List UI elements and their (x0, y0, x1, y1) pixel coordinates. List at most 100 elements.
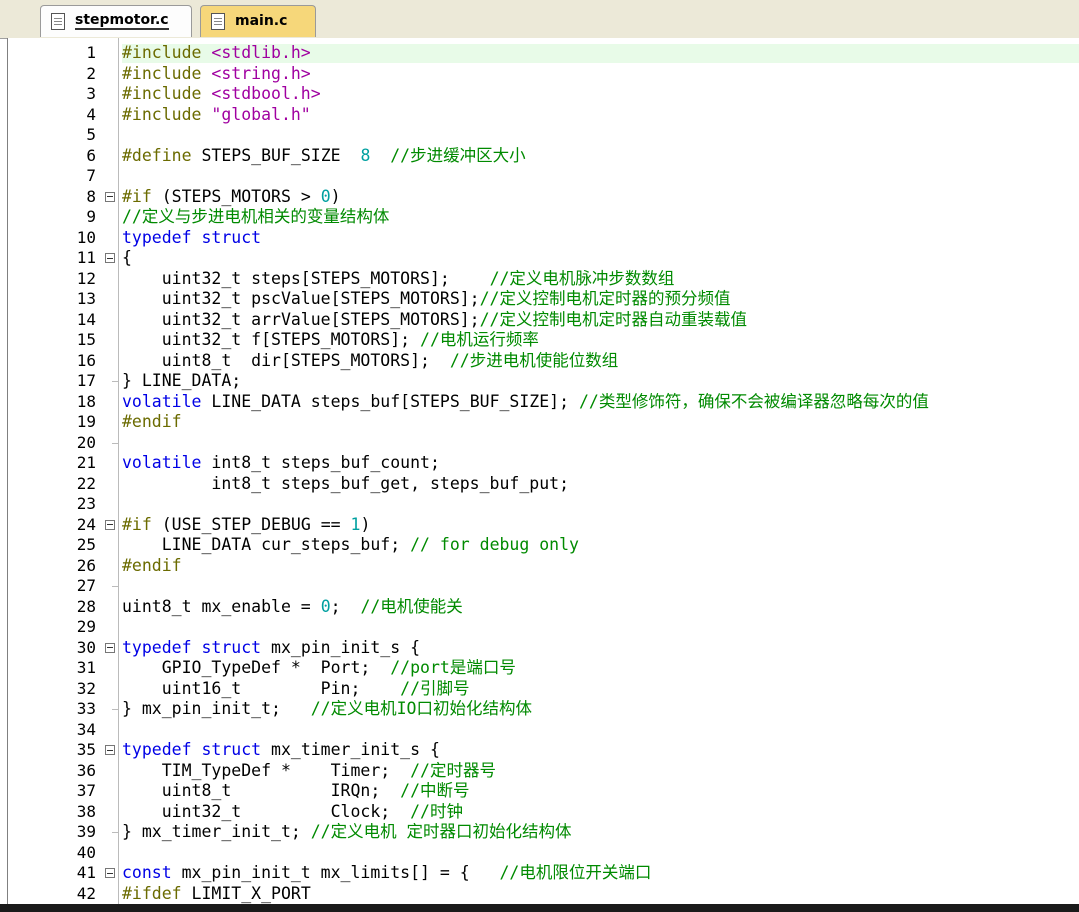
fold-end-marker (112, 442, 118, 444)
code-token: LINE_DATA cur_steps_buf; (122, 535, 411, 554)
code-line[interactable]: #endif (122, 412, 182, 433)
fold-end-marker (112, 709, 118, 710)
line-number: 34 (76, 719, 96, 739)
code-line[interactable]: } mx_pin_init_t; //定义电机IO口初始化结构体 (122, 699, 532, 720)
code-line[interactable]: volatile LINE_DATA steps_buf[STEPS_BUF_S… (122, 392, 929, 413)
code-token: 0 (320, 596, 331, 616)
line-number: 17 (76, 371, 96, 390)
line-number: 31 (76, 658, 96, 677)
code-token: "global.h" (211, 104, 311, 124)
code-line[interactable]: } LINE_DATA; (122, 371, 241, 392)
code-editor[interactable]: 1 2 3 4 5 6 7 8 9 10 11 12 13 14 15 16 17 18 19 20 21 22 23 24 2… (7, 38, 1079, 904)
code-line[interactable]: //定义与步进电机相关的变量结构体 (122, 207, 389, 228)
code-line[interactable]: TIM_TypeDef * Timer; //定时器号 (122, 761, 496, 782)
code-token: ) (360, 514, 371, 534)
code-token: #include (122, 84, 212, 103)
code-token: //定义电机IO口初始化结构体 (310, 699, 532, 718)
code-token: volatile (122, 453, 202, 472)
code-token: 1 (350, 514, 361, 534)
code-token: } LINE_DATA; (122, 371, 242, 390)
code-line[interactable]: const mx_pin_init_t mx_limits[] = { //电机… (122, 863, 651, 884)
fold-guide (118, 38, 119, 904)
code-line[interactable]: uint8_t mx_enable = 0; //电机使能关 (122, 597, 463, 618)
code-line[interactable]: uint32_t steps[STEPS_MOTORS]; //定义电机脉冲步数… (122, 268, 675, 290)
fold-collapse-icon[interactable] (105, 868, 115, 878)
code-token: 8 (360, 145, 371, 165)
tab-bar: stepmotor.c main.c (0, 0, 1079, 39)
code-line[interactable]: { (122, 248, 132, 269)
code-line[interactable]: #define STEPS_BUF_SIZE 8 //步进缓冲区大小 (122, 146, 526, 167)
code-token: volatile (122, 391, 202, 411)
line-number: 38 (76, 801, 96, 821)
fold-collapse-icon[interactable] (105, 519, 115, 530)
code-token: (USE_STEP_DEBUG == (161, 514, 351, 534)
code-token: TIM_TypeDef * Timer; (122, 760, 411, 780)
code-line[interactable]: #include <stdlib.h> (122, 43, 311, 64)
code-line[interactable]: typedef struct mx_timer_init_s { (122, 740, 440, 761)
file-icon (211, 13, 225, 30)
code-line[interactable]: int8_t steps_buf_get, steps_buf_put; (122, 474, 569, 495)
fold-end-marker (112, 832, 118, 833)
line-number: 13 (76, 289, 96, 308)
code-line[interactable]: GPIO_TypeDef * Port; //port是端口号 (122, 658, 516, 679)
fold-collapse-icon[interactable] (105, 642, 115, 653)
code-line[interactable]: #include "global.h" (122, 105, 311, 126)
code-token: uint32_t steps[STEPS_MOTORS]; (122, 268, 490, 288)
code-token: (STEPS_MOTORS > (161, 186, 321, 206)
tab-main-c[interactable]: main.c (200, 5, 316, 37)
code-line[interactable]: volatile int8_t steps_buf_count; (122, 453, 440, 474)
code-line[interactable]: LINE_DATA cur_steps_buf; // for debug on… (122, 535, 579, 556)
code-line[interactable]: uint32_t f[STEPS_MOTORS]; //电机运行频率 (122, 330, 539, 351)
line-number: 11 (76, 248, 96, 267)
line-number: 25 (76, 535, 96, 554)
code-token: #endif (122, 555, 182, 575)
line-number: 14 (76, 309, 96, 329)
code-token: //中断号 (400, 781, 470, 800)
code-token: #include (122, 104, 212, 124)
code-token: //定时器号 (410, 760, 496, 780)
line-number: 28 (76, 596, 96, 616)
code-line[interactable]: uint32_t arrValue[STEPS_MOTORS];//定义控制电机… (122, 310, 747, 331)
code-line[interactable]: #endif (122, 556, 182, 577)
code-token: #if (122, 514, 162, 534)
line-number: 24 (76, 514, 96, 534)
code-token: uint8_t dir[STEPS_MOTORS]; (122, 350, 450, 370)
code-line[interactable]: uint32_t pscValue[STEPS_MOTORS];//定义控制电机… (122, 289, 731, 310)
line-number: 39 (76, 822, 96, 841)
code-line[interactable]: } mx_timer_init_t; //定义电机 定时器口初始化结构体 (122, 822, 572, 843)
fold-collapse-icon[interactable] (105, 191, 115, 202)
tab-stepmotor-c[interactable]: stepmotor.c (40, 5, 192, 37)
code-line[interactable]: uint32_t Clock; //时钟 (122, 802, 463, 823)
code-token: //引脚号 (400, 678, 470, 698)
code-line[interactable]: uint16_t Pin; //引脚号 (122, 679, 470, 700)
code-token: LIMIT_X_PORT (191, 883, 311, 903)
line-number: 36 (76, 760, 96, 780)
line-number: 7 (86, 166, 96, 185)
code-line[interactable]: uint8_t dir[STEPS_MOTORS]; //步进电机使能位数组 (122, 351, 618, 372)
code-line[interactable]: #if (STEPS_MOTORS > 0) (122, 187, 341, 208)
line-number: 29 (76, 617, 96, 636)
line-number: 18 (76, 391, 96, 411)
line-number: 3 (86, 84, 96, 103)
code-line[interactable]: typedef struct mx_pin_init_s { (122, 638, 420, 659)
file-icon (51, 13, 65, 30)
fold-collapse-icon[interactable] (105, 745, 115, 755)
code-token: typedef struct (122, 227, 262, 247)
code-line[interactable]: typedef struct (122, 228, 261, 249)
code-token: int8_t steps_buf_get, steps_buf_put; (122, 473, 570, 493)
code-token: //port是端口号 (390, 658, 516, 677)
code-token: #if (122, 186, 162, 206)
code-line[interactable]: #include <string.h> (122, 64, 311, 85)
code-token: typedef struct (122, 637, 262, 657)
line-number: 8 (86, 186, 96, 206)
code-line[interactable]: uint8_t IRQn; //中断号 (122, 781, 470, 802)
code-token: uint32_t pscValue[STEPS_MOTORS]; (122, 289, 480, 308)
code-token: #endif (122, 412, 182, 431)
line-number: 5 (86, 125, 96, 144)
fold-collapse-icon[interactable] (105, 253, 115, 263)
line-number: 21 (76, 453, 96, 472)
code-line[interactable]: #ifdef LIMIT_X_PORT (122, 884, 311, 905)
code-line[interactable]: #include <stdbool.h> (122, 84, 321, 105)
code-line[interactable]: #if (USE_STEP_DEBUG == 1) (122, 515, 370, 536)
